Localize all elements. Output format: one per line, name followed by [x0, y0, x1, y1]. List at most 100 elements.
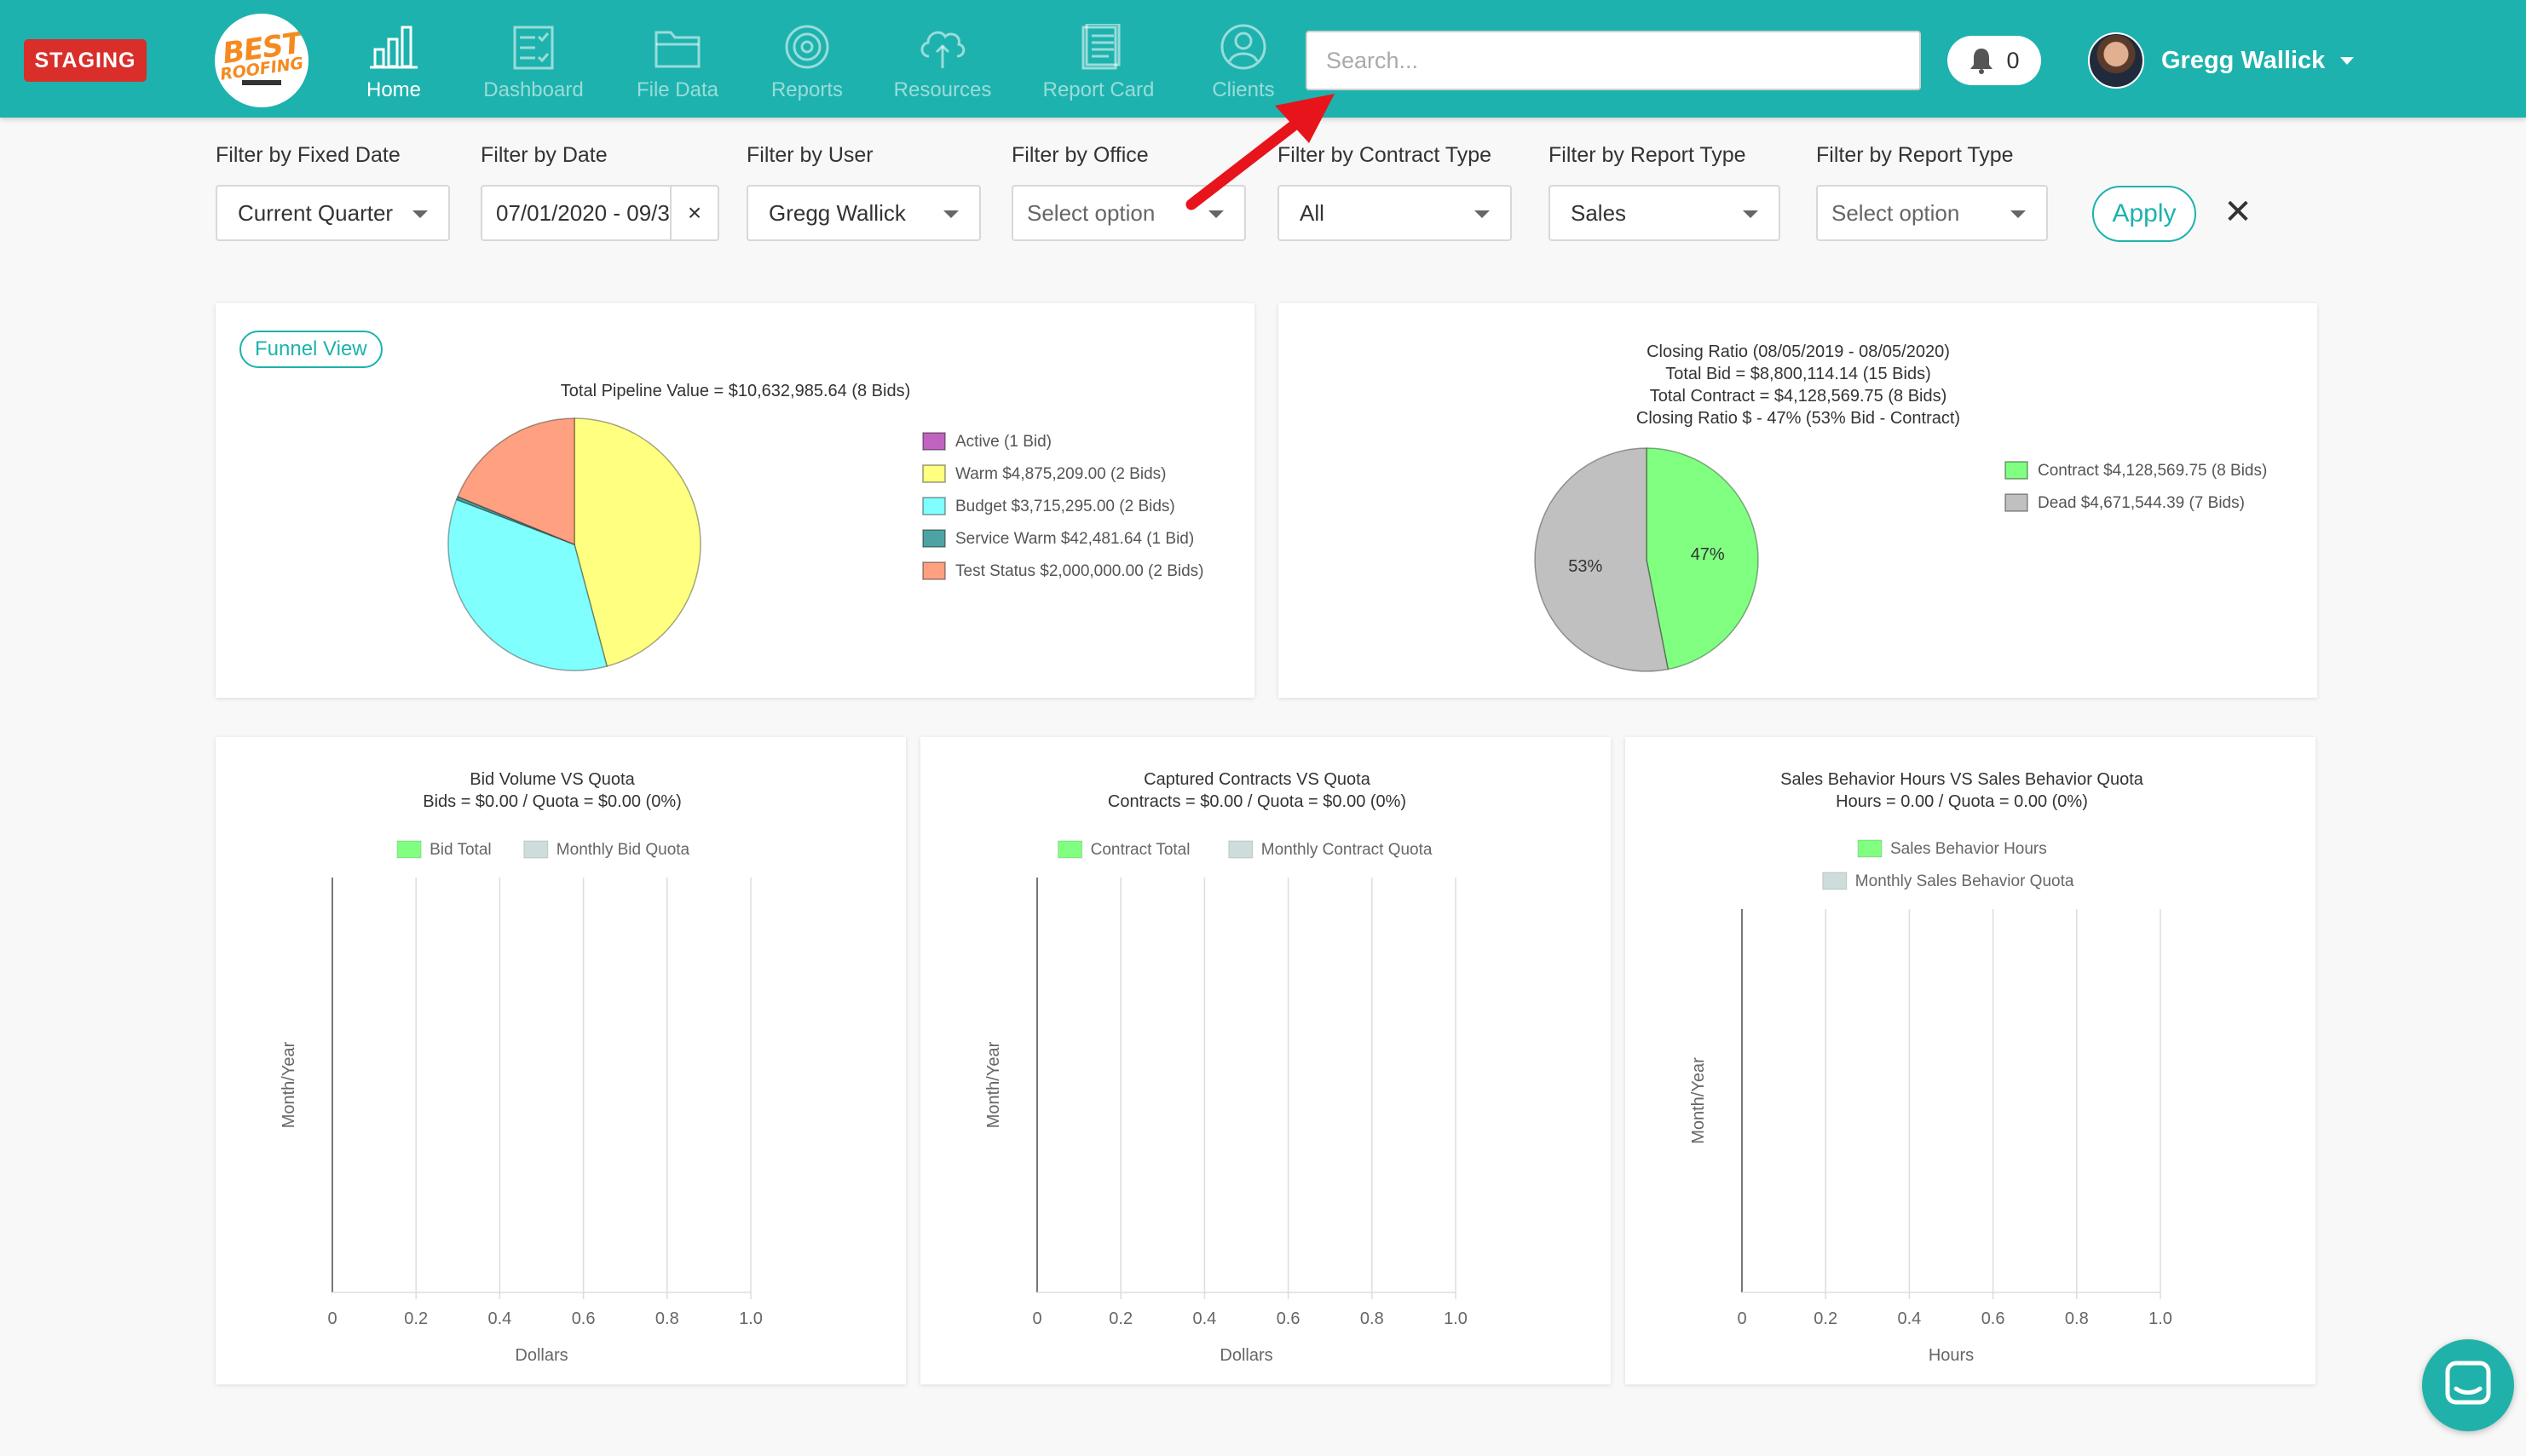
funnel-view-button[interactable]: Funnel View: [239, 331, 383, 368]
notifications-button[interactable]: 0: [1947, 36, 2041, 85]
chevron-down-icon: [2340, 56, 2355, 65]
filter-label: Filter by Office: [1012, 143, 1149, 167]
chart-subtitle: Bids = $0.00 / Quota = $0.00 (0%): [423, 792, 682, 811]
x-tick-label: 0.2: [1109, 1309, 1133, 1328]
filter-report-type-2: Filter by Report Type Select option: [1816, 143, 2048, 241]
chart-title: Total Pipeline Value = $10,632,985.64 (8…: [561, 382, 910, 400]
chart-legend: Bid Total Monthly Bid Quota: [396, 840, 690, 859]
search-input[interactable]: [1306, 31, 1921, 90]
x-tick-label: 0.4: [1897, 1309, 1921, 1328]
legend-label[interactable]: Monthly Contract Quota: [1261, 841, 1433, 859]
x-axis-label: Dollars: [1220, 1346, 1272, 1365]
cloud-upload-icon: [920, 31, 966, 68]
x-tick-label: 0.8: [2065, 1309, 2089, 1328]
report-type-select[interactable]: Sales: [1548, 185, 1780, 241]
x-tick-label: 0.8: [1360, 1309, 1384, 1328]
user-select[interactable]: Gregg Wallick: [747, 185, 981, 241]
select-value: Select option: [1831, 199, 1960, 226]
x-tick-label: 1.0: [2148, 1309, 2172, 1328]
fixed-date-select[interactable]: Current Quarter: [216, 185, 450, 241]
legend-swatch: [922, 497, 946, 515]
chart-legend: Contract $4,128,569.75 (8 Bids) Dead $4,6…: [2004, 461, 2267, 512]
legend-label[interactable]: Test Status $2,000,000.00 (2 Bids): [955, 562, 1204, 580]
legend-label[interactable]: Monthly Bid Quota: [557, 841, 690, 859]
nav-file-data[interactable]: File Data: [614, 24, 741, 109]
chart-subtitle: Contracts = $0.00 / Quota = $0.00 (0%): [1108, 792, 1406, 811]
nav-resources[interactable]: Resources: [879, 24, 1006, 109]
legend-label[interactable]: Service Warm $42,481.64 (1 Bid): [955, 530, 1194, 548]
legend-label[interactable]: Bid Total: [430, 841, 492, 859]
x-tick-label: 0: [327, 1309, 337, 1328]
y-axis-label: Month/Year: [1689, 1057, 1708, 1144]
legend-label[interactable]: Active (1 Bid): [955, 433, 1052, 451]
legend-swatch: [1058, 840, 1083, 859]
nav-label: Resources: [893, 78, 992, 101]
legend-swatch: [1228, 840, 1254, 859]
legend-label[interactable]: Monthly Sales Behavior Quota: [1855, 872, 2074, 890]
date-clear-button[interactable]: ×: [670, 185, 719, 241]
filter-date: Filter by Date 07/01/2020 - 09/30/2020 ×: [481, 143, 719, 241]
contract-type-select[interactable]: All: [1277, 185, 1512, 241]
legend-label[interactable]: Contract Total: [1091, 841, 1191, 859]
office-select[interactable]: Select option: [1012, 185, 1246, 241]
x-tick-label: 0: [1737, 1309, 1746, 1328]
report-type-2-select[interactable]: Select option: [1816, 185, 2048, 241]
avatar: [2088, 32, 2144, 89]
chart-title-line: Closing Ratio (08/05/2019 - 08/05/2020): [1647, 342, 1950, 361]
clear-filters-icon[interactable]: ✕: [2221, 191, 2255, 233]
legend-swatch: [1857, 839, 1883, 858]
legend-label[interactable]: Sales Behavior Hours: [1890, 840, 2047, 858]
filter-office: Filter by Office Select option: [1012, 143, 1246, 241]
chat-widget-button[interactable]: [2422, 1339, 2514, 1431]
notebook-icon: [1081, 24, 1121, 70]
chart-title: Captured Contracts VS Quota: [1144, 770, 1371, 789]
logo-underline: [242, 80, 281, 85]
y-axis-label: Month/Year: [984, 1041, 1003, 1128]
legend-label[interactable]: Budget $3,715,295.00 (2 Bids): [955, 498, 1175, 515]
chart-subtitle: Hours = 0.00 / Quota = 0.00 (0%): [1836, 792, 2088, 811]
nav-report-card[interactable]: Report Card: [1035, 24, 1162, 109]
legend-swatch: [2004, 493, 2028, 512]
chart-title-line: Total Bid = $8,800,114.14 (15 Bids): [1665, 365, 1931, 383]
x-tick-label: 1.0: [1444, 1309, 1468, 1328]
chart-title-line: Closing Ratio $ - 47% (53% Bid - Contrac…: [1636, 409, 1960, 428]
filter-label: Filter by Report Type: [1816, 143, 2014, 167]
filter-fixed-date: Filter by Fixed Date Current Quarter: [216, 143, 450, 241]
select-value: All: [1300, 199, 1324, 226]
legend-swatch: [396, 840, 422, 859]
filter-label: Filter by User: [747, 143, 874, 167]
x-axis-label: Hours: [1929, 1346, 1974, 1365]
chevron-down-icon: [412, 210, 428, 218]
chevron-down-icon: [943, 210, 959, 218]
legend-label[interactable]: Contract $4,128,569.75 (8 Bids): [2038, 462, 2267, 480]
nav-label: File Data: [636, 78, 719, 101]
legend-label[interactable]: Dead $4,671,544.39 (7 Bids): [2038, 494, 2245, 512]
filter-contract-type: Filter by Contract Type All: [1277, 143, 1512, 241]
select-value: Current Quarter: [238, 199, 394, 226]
chart-legend: Sales Behavior Hours Monthly Sales Behavi…: [1822, 839, 2074, 890]
nav-clients[interactable]: Clients: [1179, 24, 1307, 109]
nav-reports[interactable]: Reports: [743, 24, 871, 109]
user-menu[interactable]: Gregg Wallick: [2088, 31, 2355, 90]
filter-label: Filter by Date: [481, 143, 608, 167]
nav-label: Clients: [1212, 78, 1275, 101]
notification-count: 0: [2006, 47, 2020, 73]
nav-dashboard[interactable]: Dashboard: [470, 24, 597, 109]
bell-icon: [1970, 49, 1993, 74]
select-value: Select option: [1027, 199, 1156, 226]
legend-swatch: [922, 529, 946, 548]
x-tick-label: 0.4: [1192, 1309, 1216, 1328]
pipeline-card: Total Pipeline Value = $10,632,985.64 (8…: [216, 303, 1254, 698]
x-tick-label: 0: [1032, 1309, 1041, 1328]
date-range-input[interactable]: 07/01/2020 - 09/30/2020: [481, 185, 670, 241]
filter-label: Filter by Contract Type: [1277, 143, 1492, 167]
x-tick-label: 0.6: [1277, 1309, 1300, 1328]
nav-home[interactable]: Home: [330, 24, 458, 109]
captured-contracts-chart: Captured Contracts VS Quota Contracts = $…: [984, 770, 1468, 1365]
legend-label[interactable]: Warm $4,875,209.00 (2 Bids): [955, 465, 1166, 483]
chart-title-line: Total Contract = $4,128,569.75 (8 Bids): [1650, 387, 1947, 406]
apply-button[interactable]: Apply: [2092, 186, 2196, 242]
clipboard-check-icon: [513, 26, 554, 70]
bar-chart-icon: [370, 26, 418, 69]
company-logo[interactable]: BEST ROOFING: [215, 14, 309, 107]
